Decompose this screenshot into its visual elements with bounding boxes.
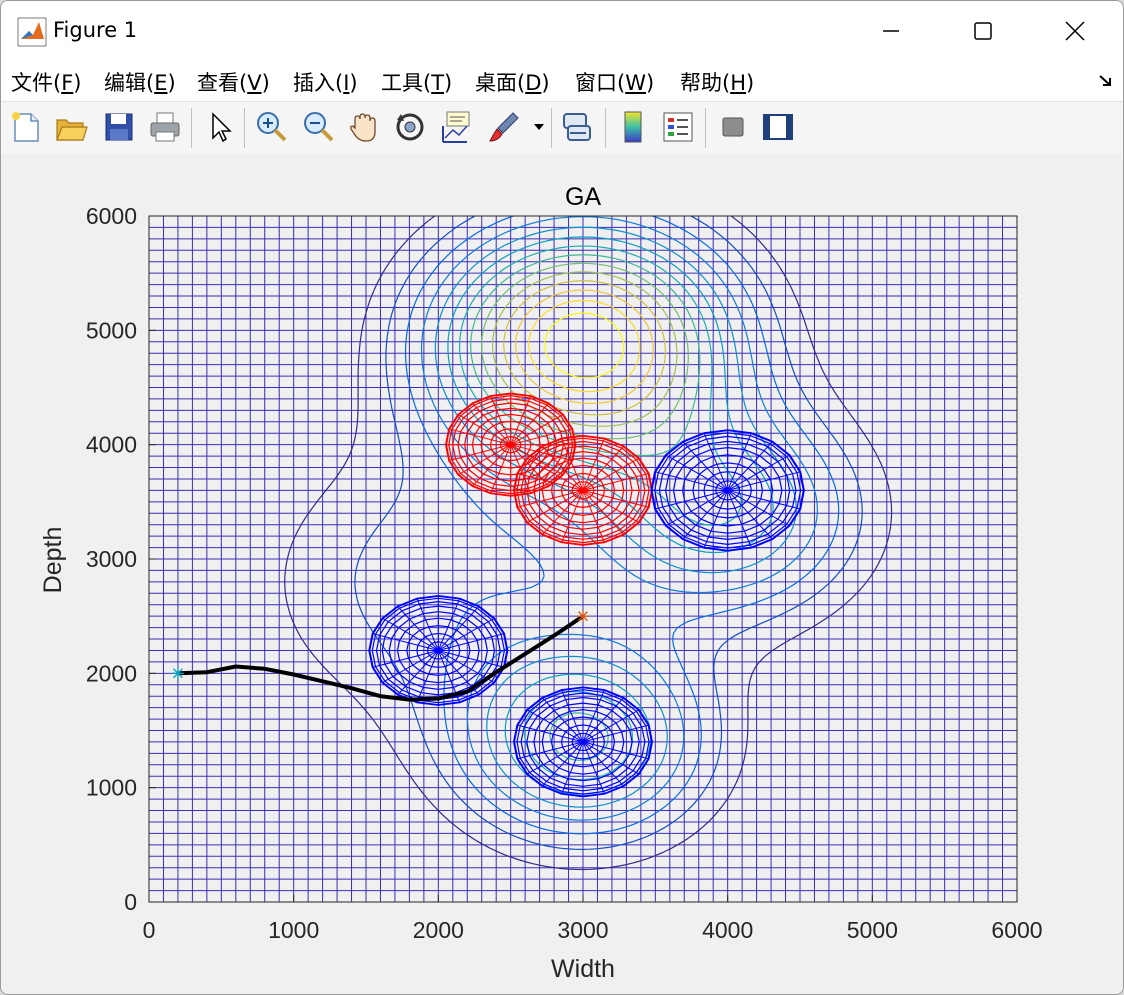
x-tick-label: 2000: [413, 917, 464, 943]
menu-window[interactable]: 窗口(W): [575, 67, 654, 97]
figure-window: Figure 1 文件(F) 编辑(E) 查看(V) 插入(I) 工具(T) 桌…: [0, 0, 1124, 995]
menu-view[interactable]: 查看(V): [197, 67, 270, 97]
show-plot-tools-icon[interactable]: [759, 108, 797, 146]
close-button[interactable]: [1029, 1, 1121, 61]
y-tick-label: 1000: [86, 775, 137, 801]
data-cursor-icon[interactable]: [437, 108, 475, 146]
hide-plot-tools-icon[interactable]: [714, 108, 752, 146]
figure-canvas: GA Width Depth 0 1000 2000 3000 4000 5000 6000…: [1, 154, 1123, 994]
x-tick-label: 6000: [991, 917, 1042, 943]
contour-line: [354, 215, 863, 850]
menu-desktop[interactable]: 桌面(D): [475, 67, 550, 97]
maximize-icon: [974, 22, 992, 40]
colorbar-icon[interactable]: [614, 108, 652, 146]
y-tick-label: 4000: [86, 432, 137, 458]
y-tick-label: 3000: [86, 546, 137, 572]
title-bar: Figure 1: [1, 1, 1123, 61]
chart-title: GA: [565, 183, 601, 211]
minimize-icon: [883, 30, 899, 32]
toolbar-separator: [244, 108, 245, 148]
brush-icon[interactable]: [485, 108, 523, 146]
legend-icon[interactable]: [659, 108, 697, 146]
obstacle-sphere: [368, 594, 509, 706]
terrain-contours: [284, 215, 893, 871]
toolbar-separator: [705, 108, 706, 148]
pan-icon[interactable]: [345, 108, 383, 146]
obstacle-sphere: [512, 686, 653, 798]
obstacle-group: [368, 392, 805, 798]
pointer-icon[interactable]: [201, 108, 239, 146]
x-tick-label: 3000: [557, 917, 608, 943]
save-icon[interactable]: [100, 108, 138, 146]
open-file-icon[interactable]: [52, 108, 90, 146]
start-marker: [171, 667, 184, 680]
x-tick-label: 5000: [847, 917, 898, 943]
mesh-grid-lines: [148, 215, 1018, 903]
y-tick-label: 0: [124, 889, 137, 915]
y-tick-label: 2000: [86, 660, 137, 686]
print-icon[interactable]: [146, 108, 184, 146]
rotate-3d-icon[interactable]: [391, 108, 429, 146]
matlab-icon: [17, 17, 47, 47]
menu-help[interactable]: 帮助(H): [680, 67, 754, 97]
obstacle-sphere: [512, 434, 653, 546]
obstacle-sphere: [650, 429, 805, 552]
zoom-out-icon[interactable]: [299, 108, 337, 146]
axes: 0 1000 2000 3000 4000 5000 6000 0 1000 2000 3000 40…: [86, 203, 1043, 943]
y-tick-label: 6000: [86, 203, 137, 229]
y-tick-label: 5000: [86, 317, 137, 343]
plot-area[interactable]: GA Width Depth 0 1000 2000 3000 4000 5000 6000…: [1, 154, 1123, 994]
menu-edit[interactable]: 编辑(E): [104, 67, 176, 97]
link-plot-icon[interactable]: [558, 108, 596, 146]
new-figure-icon[interactable]: [7, 108, 45, 146]
y-axis-label: Depth: [39, 527, 67, 594]
toolbar-separator: [605, 108, 606, 148]
menu-file[interactable]: 文件(F): [11, 67, 82, 97]
menu-expand-arrow-icon[interactable]: [1097, 73, 1115, 89]
obstacle-sphere: [444, 392, 577, 497]
menu-bar: 文件(F) 编辑(E) 查看(V) 插入(I) 工具(T) 桌面(D) 窗口(W…: [1, 61, 1123, 101]
zoom-in-icon[interactable]: [252, 108, 290, 146]
terrain-mesh: [148, 215, 1018, 903]
window-title: Figure 1: [53, 18, 138, 42]
menu-tools[interactable]: 工具(T): [381, 67, 452, 97]
toolbar: [1, 101, 1123, 155]
chevron-down-icon[interactable]: [533, 122, 545, 132]
goal-marker: [577, 610, 589, 623]
menu-insert[interactable]: 插入(I): [293, 67, 358, 97]
x-tick-label: 0: [143, 917, 156, 943]
x-axis-label: Width: [551, 955, 615, 983]
x-tick-label: 1000: [268, 917, 319, 943]
toolbar-separator: [551, 108, 552, 148]
toolbar-separator: [191, 108, 192, 148]
close-icon: [1065, 21, 1085, 41]
minimize-button[interactable]: [845, 1, 937, 61]
x-tick-label: 4000: [702, 917, 753, 943]
maximize-button[interactable]: [937, 1, 1029, 61]
